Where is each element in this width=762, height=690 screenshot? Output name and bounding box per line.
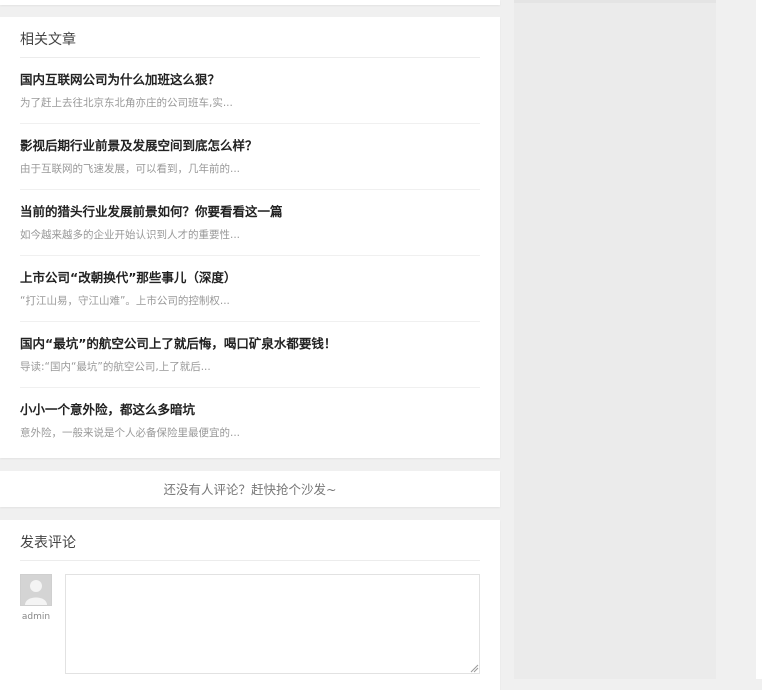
sidebar-column	[514, 0, 716, 679]
sidebar-card-remnant	[514, 0, 716, 3]
related-article-item[interactable]: 小小一个意外险，都这么多暗坑 意外险，一般来说是个人必备保险里最便宜的...	[20, 388, 480, 454]
comment-textarea[interactable]	[65, 574, 480, 674]
related-article-title[interactable]: 国内“最坑”的航空公司上了就后悔，喝口矿泉水都要钱！	[20, 336, 480, 352]
related-article-title[interactable]: 国内互联网公司为什么加班这么狠？	[20, 72, 480, 88]
related-articles-card: 相关文章 国内互联网公司为什么加班这么狠？ 为了赶上去往北京东北角亦庄的公司班车…	[0, 17, 500, 458]
related-article-item[interactable]: 国内“最坑”的航空公司上了就后悔，喝口矿泉水都要钱！ 导读:“国内“最坑”的航空…	[20, 322, 480, 388]
comment-form-card: 发表评论 admin	[0, 520, 500, 690]
related-article-title[interactable]: 当前的猎头行业发展前景如何？你要看看这一篇	[20, 204, 480, 220]
related-article-summary: 如今越来越多的企业开始认识到人才的重要性...	[20, 229, 241, 241]
related-article-summary: 由于互联网的飞速发展，可以看到，几年前的...	[20, 163, 241, 175]
related-article-item[interactable]: 上市公司“改朝换代”那些事儿（深度） “打江山易，守江山难”。上市公司的控制权.…	[20, 256, 480, 322]
related-article-item[interactable]: 当前的猎头行业发展前景如何？你要看看这一篇 如今越来越多的企业开始认识到人才的重…	[20, 190, 480, 256]
related-article-title[interactable]: 小小一个意外险，都这么多暗坑	[20, 402, 480, 418]
related-article-summary: 为了赶上去往北京东北角亦庄的公司班车,实...	[20, 97, 233, 109]
related-articles-heading: 相关文章	[20, 17, 480, 58]
resize-handle-icon[interactable]	[469, 663, 479, 673]
related-article-item[interactable]: 国内互联网公司为什么加班这么狠？ 为了赶上去往北京东北角亦庄的公司班车,实...	[20, 58, 480, 124]
previous-card-remnant	[0, 0, 500, 5]
related-article-title[interactable]: 影视后期行业前景及发展空间到底怎么样？	[20, 138, 480, 154]
related-article-summary: 意外险，一般来说是个人必备保险里最便宜的...	[20, 427, 241, 439]
comment-author-name: admin	[21, 612, 51, 622]
related-article-summary: “打江山易，守江山难”。上市公司的控制权...	[20, 295, 230, 307]
no-comments-notice: 还没有人评论？赶快抢个沙发~	[0, 471, 500, 507]
related-article-summary: 导读:“国内“最坑”的航空公司,上了就后...	[20, 361, 211, 373]
related-article-title[interactable]: 上市公司“改朝换代”那些事儿（深度）	[20, 270, 480, 286]
comment-form-heading: 发表评论	[20, 520, 480, 561]
main-column: 相关文章 国内互联网公司为什么加班这么狠？ 为了赶上去往北京东北角亦庄的公司班车…	[0, 0, 500, 690]
user-avatar-icon	[20, 574, 52, 606]
page-right-edge	[756, 0, 762, 679]
comment-author: admin	[20, 574, 52, 623]
related-article-item[interactable]: 影视后期行业前景及发展空间到底怎么样？ 由于互联网的飞速发展，可以看到，几年前的…	[20, 124, 480, 190]
